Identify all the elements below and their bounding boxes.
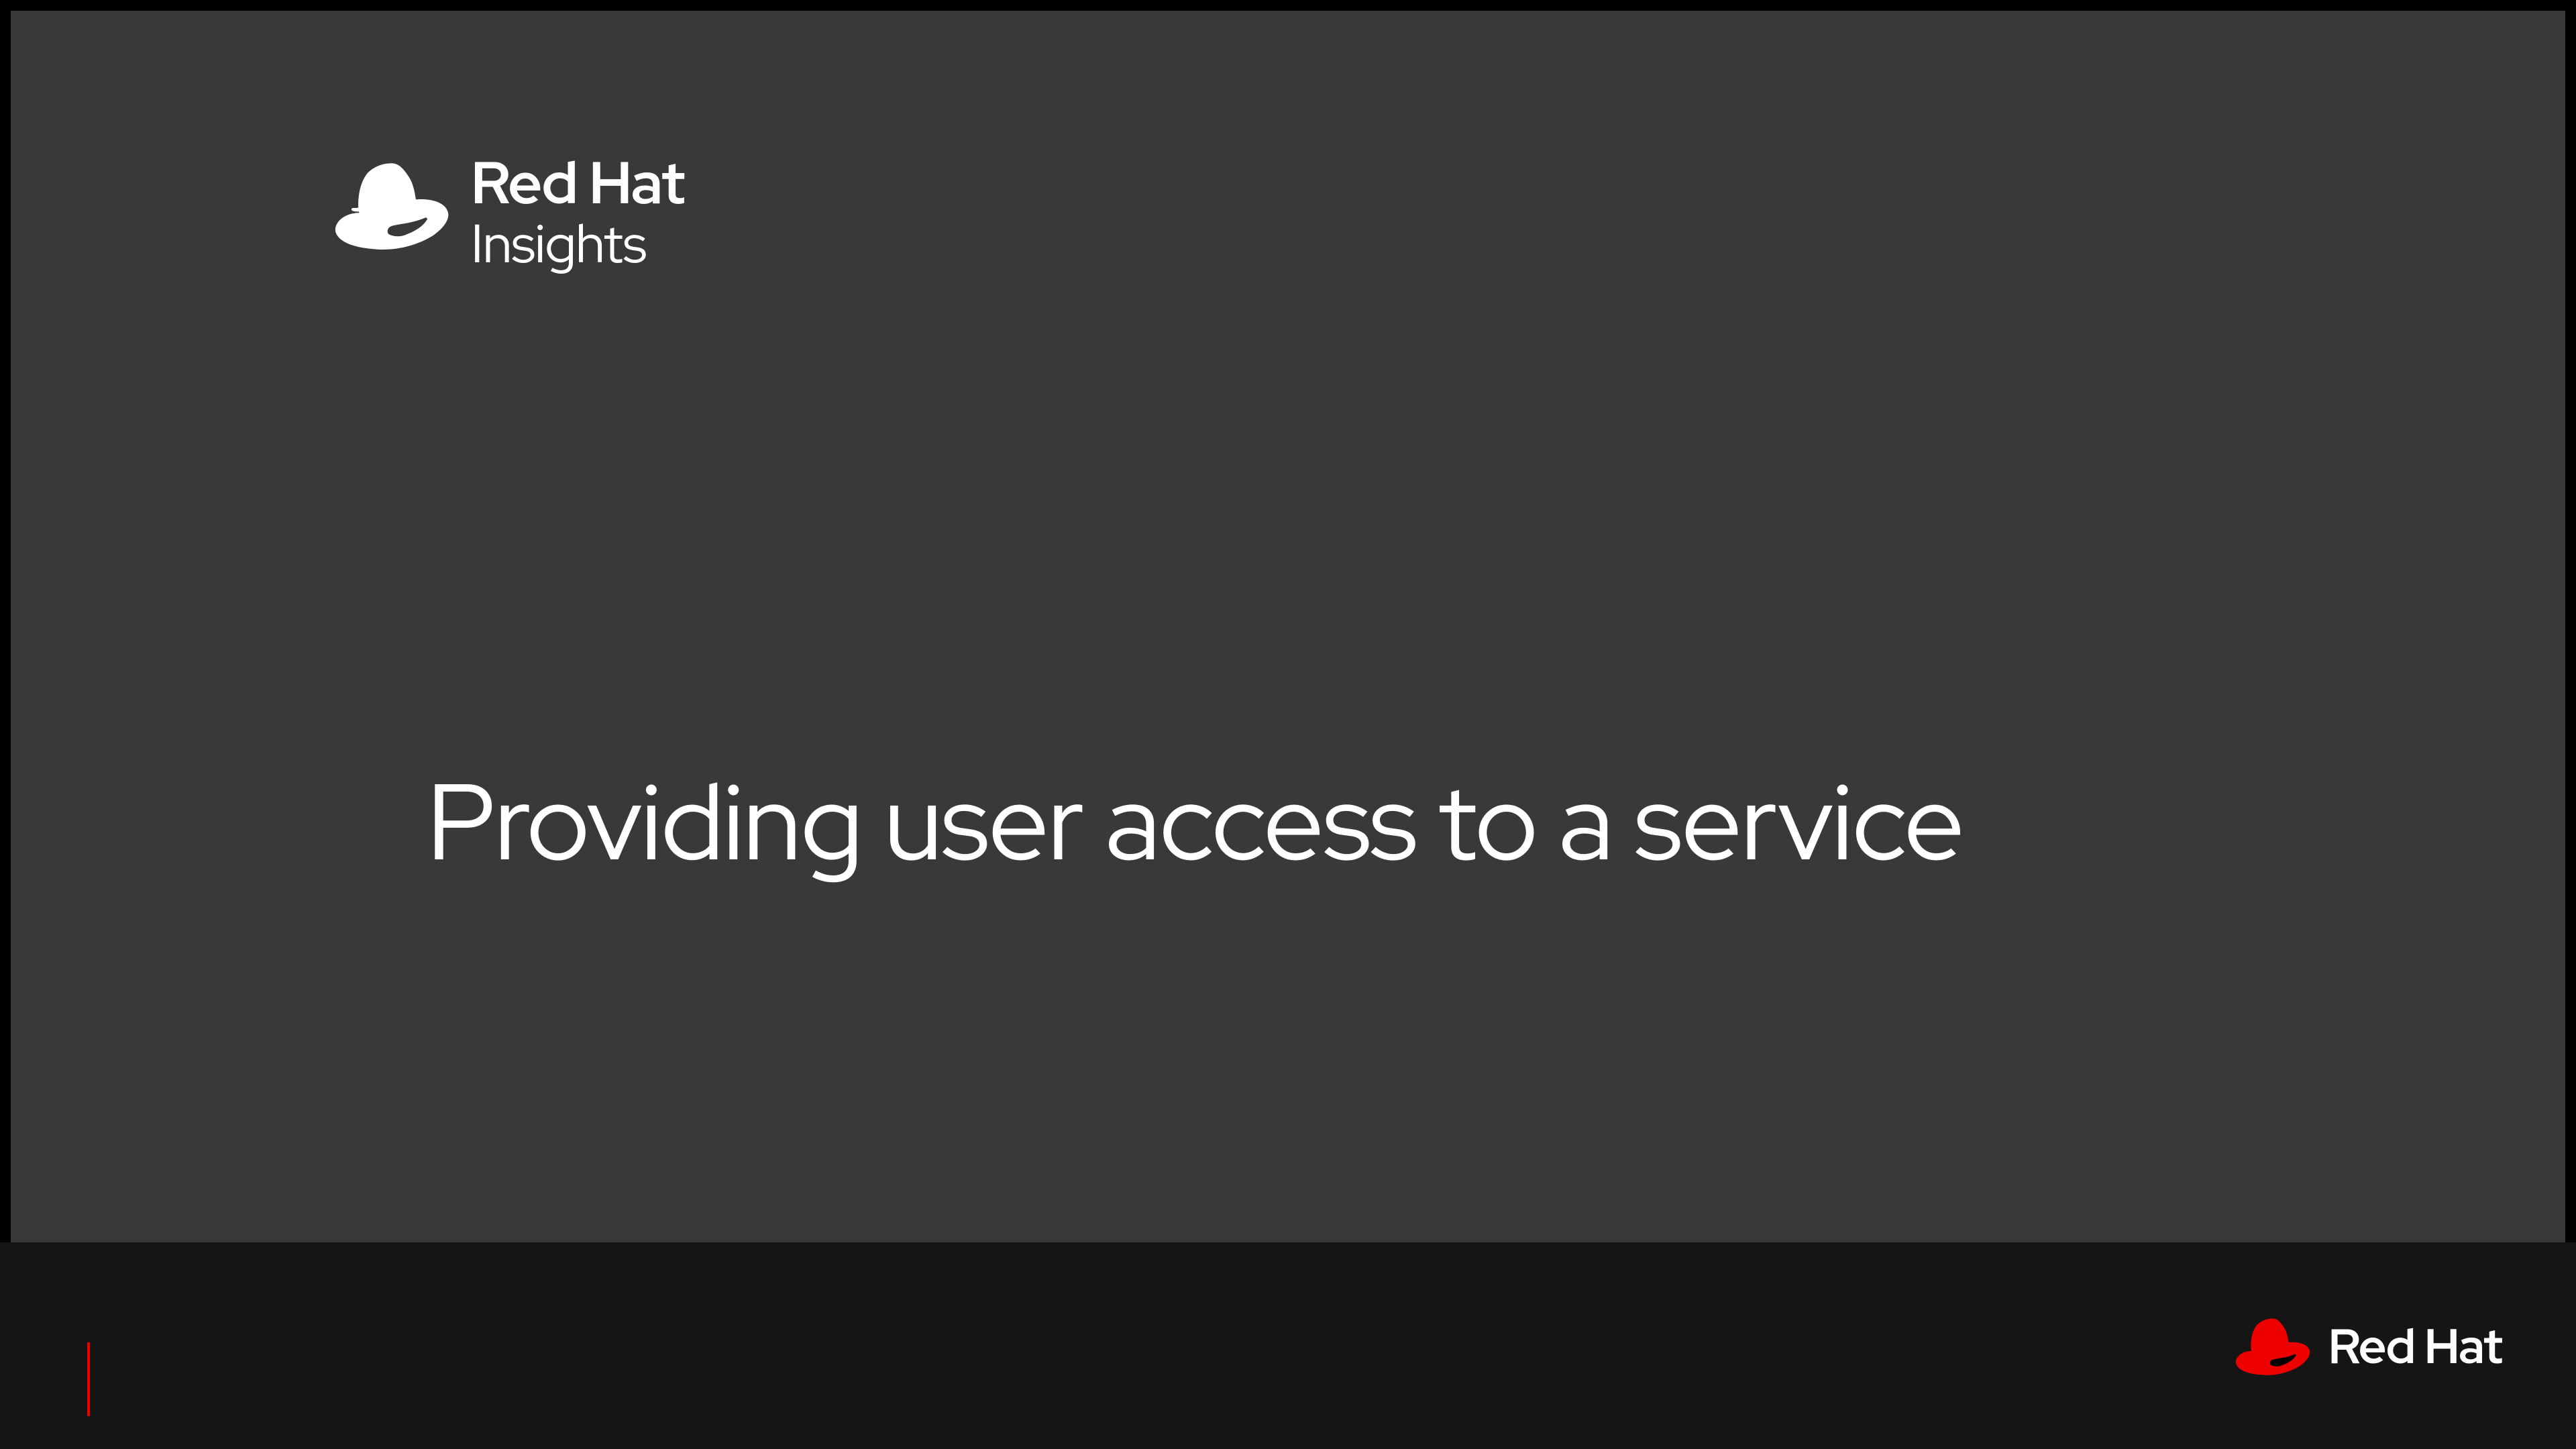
header-logo: Red Hat Insights: [331, 152, 684, 275]
footer-logo: Red Hat: [2233, 1314, 2502, 1378]
logo-product-text: Insights: [471, 213, 684, 275]
slide-footer: Red Hat: [0, 1242, 2576, 1449]
logo-brand-text: Red Hat: [471, 152, 684, 213]
fedora-hat-icon: [2233, 1316, 2312, 1375]
fedora-hat-icon: [331, 160, 452, 254]
logo-text-block: Red Hat Insights: [471, 152, 684, 275]
footer-brand-text: Red Hat: [2328, 1314, 2502, 1378]
slide-body: Red Hat Insights Providing user access t…: [11, 11, 2565, 1242]
footer-accent-marker: [87, 1342, 90, 1416]
slide-title: Providing user access to a service: [427, 762, 1963, 880]
